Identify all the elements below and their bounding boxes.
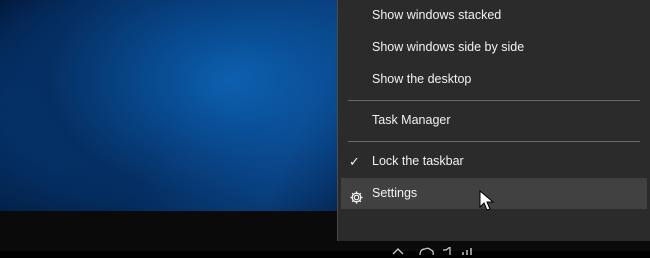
network-icon[interactable]: [462, 244, 480, 258]
menu-item-label: Show the desktop: [372, 72, 472, 86]
menu-item-label: Settings: [372, 186, 418, 200]
menu-item-label: Show windows side by side: [372, 40, 525, 54]
menu-item-show-the-desktop[interactable]: Show the desktop: [341, 64, 647, 95]
menu-item-show-windows-stacked[interactable]: Show windows stacked: [341, 0, 647, 31]
checkmark-icon: ✓: [349, 154, 360, 169]
menu-item-show-windows-side-by-side[interactable]: Show windows side by side: [341, 32, 647, 63]
menu-separator: [348, 100, 640, 101]
menu-item-label: Lock the taskbar: [372, 154, 464, 168]
menu-item-label: Task Manager: [372, 113, 451, 127]
volume-icon[interactable]: [442, 244, 454, 258]
cloud-icon[interactable]: [418, 244, 434, 258]
mouse-pointer-icon: [479, 189, 495, 212]
menu-item-lock-the-taskbar[interactable]: ✓ Lock the taskbar: [341, 146, 647, 177]
menu-item-task-manager[interactable]: Task Manager: [341, 105, 647, 136]
menu-item-label: Show windows stacked: [372, 8, 502, 22]
menu-separator: [348, 141, 640, 142]
chevron-up-icon[interactable]: [392, 244, 404, 258]
gear-icon: [349, 186, 364, 204]
